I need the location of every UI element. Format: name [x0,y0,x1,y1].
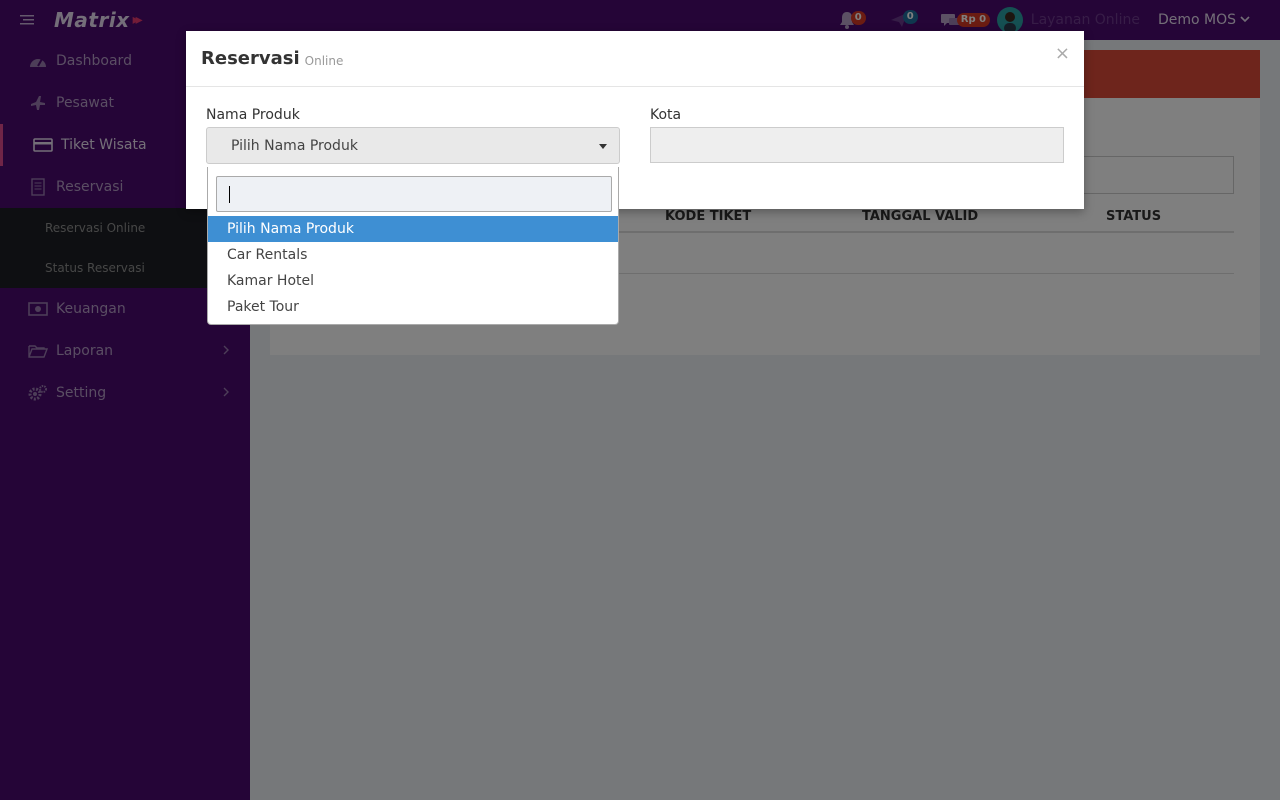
kota-label: Kota [650,107,682,123]
dropdown-option-label: Paket Tour [227,299,299,315]
text-cursor [229,186,230,203]
dropdown-option-label: Kamar Hotel [227,273,315,289]
dropdown-option[interactable]: Car Rentals [208,242,618,268]
dropdown-option-label: Car Rentals [227,247,308,263]
dropdown-option[interactable]: Paket Tour [208,294,618,320]
kota-field[interactable] [650,127,1064,163]
nama-produk-dropdown: Pilih Nama Produk Car Rentals Kamar Hote… [207,167,619,325]
nama-produk-selected-value: Pilih Nama Produk [231,137,358,154]
modal-subtitle: Online [304,53,344,68]
dropdown-options: Pilih Nama Produk Car Rentals Kamar Hote… [208,216,618,320]
dropdown-option[interactable]: Pilih Nama Produk [208,216,618,242]
nama-produk-select[interactable]: Pilih Nama Produk [206,127,620,164]
modal-header: Reservasi Online × [186,31,1084,87]
dropdown-option-label: Pilih Nama Produk [227,221,354,237]
modal-title: Reservasi [201,48,300,69]
dropdown-search-input[interactable] [216,176,612,212]
nama-produk-label: Nama Produk [206,107,300,123]
dropdown-option[interactable]: Kamar Hotel [208,268,618,294]
close-icon[interactable]: × [1055,43,1070,64]
caret-down-icon [599,144,607,149]
